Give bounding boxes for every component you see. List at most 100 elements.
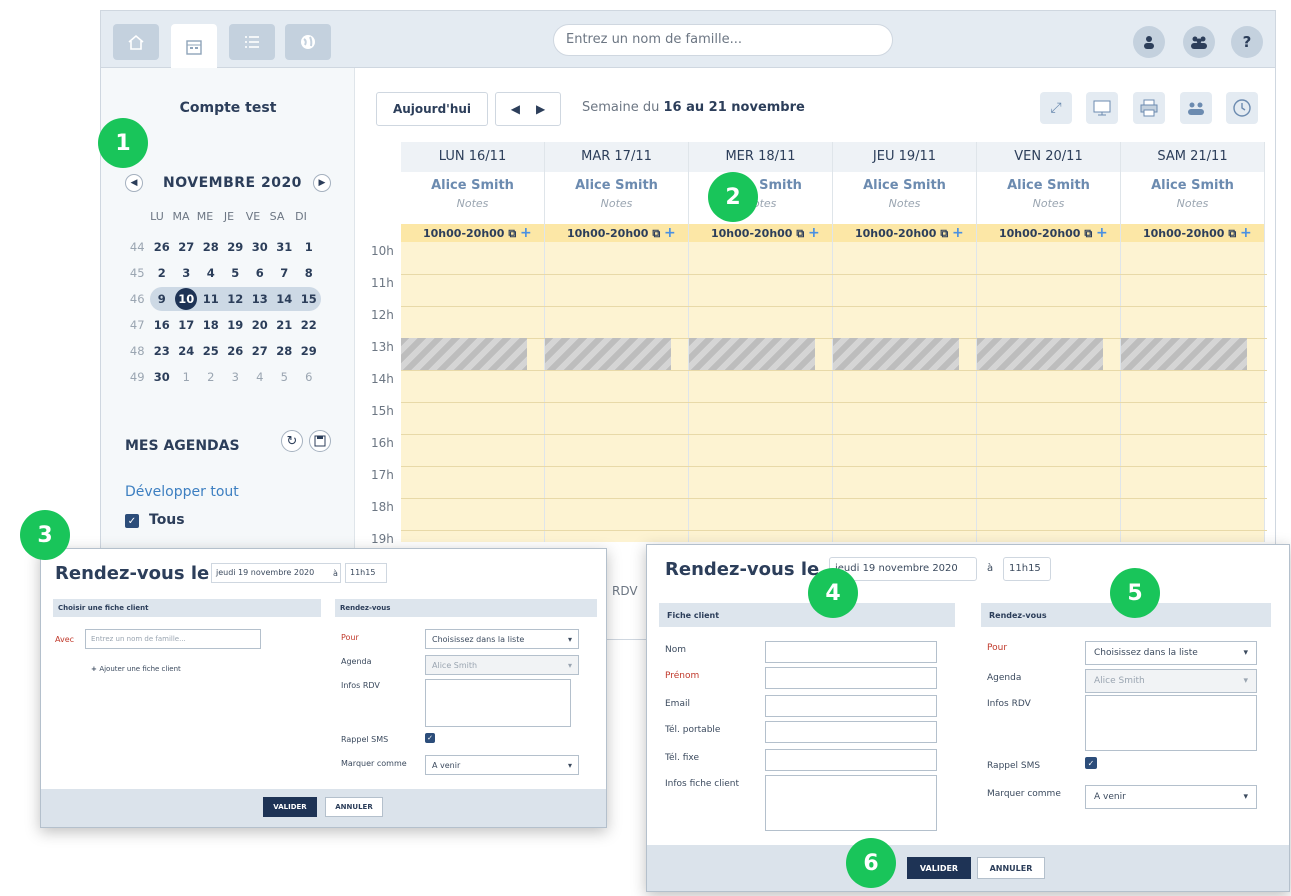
status-select[interactable]: A venir ▾ (425, 755, 579, 775)
day-column[interactable] (401, 242, 545, 542)
calendar-day[interactable]: 5 (223, 266, 248, 280)
break-block[interactable] (977, 338, 1103, 370)
copy-icon[interactable]: ⧉ (796, 227, 804, 240)
notes-label[interactable]: Notes (545, 197, 688, 210)
work-slot[interactable]: 10h00-20h00 ⧉ + (977, 224, 1121, 242)
infos-textarea[interactable] (1085, 695, 1257, 751)
add-icon[interactable]: + (1096, 225, 1108, 241)
agenda-select[interactable]: Alice Smith ▾ (1085, 669, 1257, 693)
calendar-day[interactable]: 28 (199, 240, 224, 254)
calendar-day[interactable]: 29 (297, 344, 322, 358)
day-column[interactable] (689, 242, 833, 542)
calendar-day[interactable]: 13 (248, 292, 273, 306)
add-icon[interactable]: + (664, 225, 676, 241)
nom-input[interactable] (765, 641, 937, 663)
notes-label[interactable]: Notes (977, 197, 1120, 210)
person-header[interactable]: Alice Smith Notes (833, 172, 977, 224)
work-slot[interactable]: 10h00-20h00 ⧉ + (833, 224, 977, 242)
add-client-link[interactable]: + Ajouter une fiche client (91, 665, 181, 673)
print-button[interactable] (1133, 92, 1165, 124)
validate-button[interactable]: VALIDER (907, 857, 971, 879)
refresh-icon[interactable]: ↻ (281, 430, 303, 452)
time-field[interactable]: 11h15 (1003, 557, 1051, 581)
calendar-day[interactable]: 9 (150, 292, 175, 306)
break-block[interactable] (833, 338, 959, 370)
calendar-day[interactable]: 28 (272, 344, 297, 358)
sms-checkbox[interactable]: ✓ (1085, 757, 1097, 769)
calendar-day[interactable]: 29 (223, 240, 248, 254)
calendar-day-today[interactable]: 10 (174, 288, 199, 310)
group-view-button[interactable] (1180, 92, 1212, 124)
prenom-input[interactable] (765, 667, 937, 689)
break-block[interactable] (1121, 338, 1247, 370)
calendar-day[interactable]: 8 (297, 266, 322, 280)
save-icon[interactable] (309, 430, 331, 452)
history-button[interactable] (1226, 92, 1258, 124)
infos-textarea[interactable] (425, 679, 571, 727)
date-field[interactable]: jeudi 19 novembre 2020 (211, 563, 341, 583)
sms-checkbox[interactable]: ✓ (425, 733, 435, 743)
calendar-day[interactable]: 14 (272, 292, 297, 306)
day-column[interactable] (1121, 242, 1265, 542)
day-column[interactable] (545, 242, 689, 542)
calendar-day[interactable]: 17 (174, 318, 199, 332)
copy-icon[interactable]: ⧉ (508, 227, 516, 240)
day-column[interactable] (977, 242, 1121, 542)
globe-tab[interactable] (285, 24, 331, 60)
prev-month-button[interactable]: ◀ (125, 174, 143, 192)
next-week-icon[interactable]: ▶ (536, 102, 545, 116)
break-block[interactable] (401, 338, 527, 370)
add-icon[interactable]: + (1240, 225, 1252, 241)
calendar-day[interactable]: 30 (248, 240, 273, 254)
display-button[interactable] (1086, 92, 1118, 124)
calendar-day[interactable]: 20 (248, 318, 273, 332)
list-tab[interactable] (229, 24, 275, 60)
calendar-day[interactable]: 1 (174, 370, 199, 384)
next-month-button[interactable]: ▶ (313, 174, 331, 192)
calendar-day[interactable]: 21 (272, 318, 297, 332)
calendar-day[interactable]: 30 (150, 370, 175, 384)
calendar-day[interactable]: 6 (248, 266, 273, 280)
person-header[interactable]: Alice Smith Notes (545, 172, 689, 224)
status-select[interactable]: A venir ▾ (1085, 785, 1257, 809)
work-slot[interactable]: 10h00-20h00 ⧉ + (401, 224, 545, 242)
client-info-textarea[interactable] (765, 775, 937, 831)
person-header[interactable]: Alice Smith Notes (1121, 172, 1265, 224)
time-field[interactable]: 11h15 (345, 563, 387, 583)
person-header[interactable]: Alice Smith Notes (977, 172, 1121, 224)
break-block[interactable] (689, 338, 815, 370)
phone-input[interactable] (765, 749, 937, 771)
fullscreen-button[interactable]: ⤢ (1040, 92, 1072, 124)
calendar-day[interactable]: 12 (223, 292, 248, 306)
calendar-day[interactable]: 11 (199, 292, 224, 306)
calendar-day[interactable]: 15 (297, 292, 322, 306)
mobile-input[interactable] (765, 721, 937, 743)
calendar-tab[interactable] (171, 24, 217, 69)
expand-all-link[interactable]: Développer tout (125, 484, 239, 500)
calendar-day[interactable]: 2 (150, 266, 175, 280)
copy-icon[interactable]: ⧉ (940, 227, 948, 240)
notes-label[interactable]: Notes (833, 197, 976, 210)
work-slot[interactable]: 10h00-20h00 ⧉ + (689, 224, 833, 242)
family-search-input[interactable]: Entrez un nom de famille... (553, 24, 893, 56)
pour-select[interactable]: Choisissez dans la liste ▾ (1085, 641, 1257, 665)
calendar-day[interactable]: 22 (297, 318, 322, 332)
help-button[interactable]: ? (1231, 26, 1263, 58)
calendar-day[interactable]: 31 (272, 240, 297, 254)
work-slot[interactable]: 10h00-20h00 ⧉ + (545, 224, 689, 242)
today-button[interactable]: Aujourd'hui (376, 92, 488, 126)
calendar-day[interactable]: 19 (223, 318, 248, 332)
home-tab[interactable] (113, 24, 159, 60)
agenda-select[interactable]: Alice Smith ▾ (425, 655, 579, 675)
day-column[interactable] (833, 242, 977, 542)
calendar-day[interactable]: 16 (150, 318, 175, 332)
notes-label[interactable]: Notes (1121, 197, 1264, 210)
copy-icon[interactable]: ⧉ (1228, 227, 1236, 240)
prev-week-icon[interactable]: ◀ (511, 102, 520, 116)
add-icon[interactable]: + (808, 225, 820, 241)
calendar-day[interactable]: 26 (150, 240, 175, 254)
pour-select[interactable]: Choisissez dans la liste ▾ (425, 629, 579, 649)
all-checkbox[interactable]: ✓ (125, 514, 139, 528)
calendar-day[interactable]: 27 (174, 240, 199, 254)
calendar-day[interactable]: 5 (272, 370, 297, 384)
